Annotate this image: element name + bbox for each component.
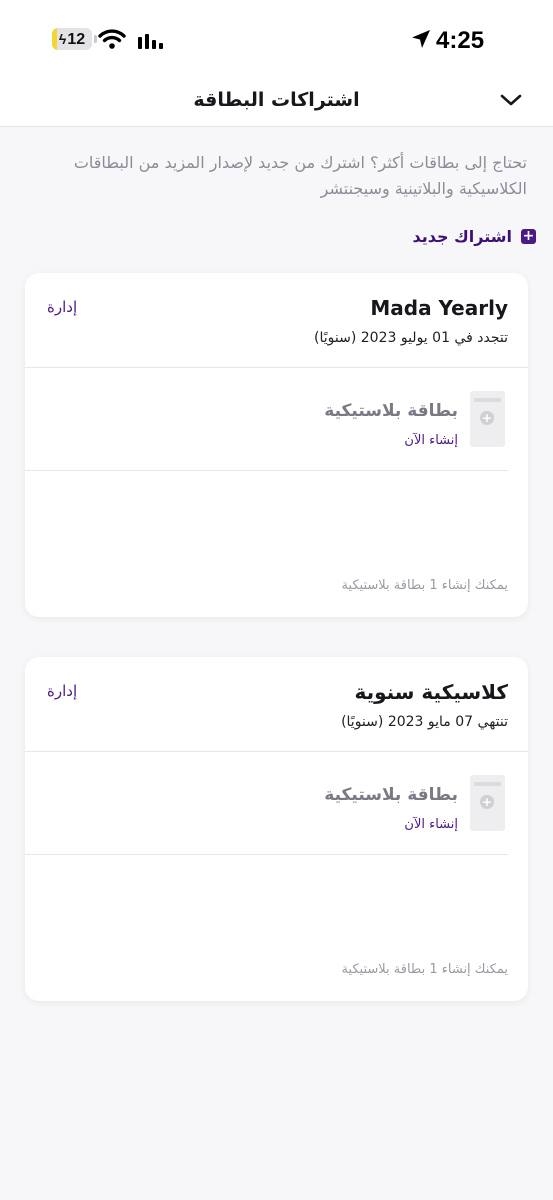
plastic-card-thumbnail[interactable]: +: [470, 391, 505, 447]
subscription-expiry: تنتهي 07 مايو 2023 (سنويًا): [341, 714, 508, 730]
page-title: اشتراكات البطاقة: [193, 89, 360, 111]
subscription-title: كلاسيكية سنوية: [354, 680, 508, 704]
card-strip: [474, 398, 501, 402]
add-card-icon: +: [480, 411, 494, 425]
divider: [25, 470, 508, 471]
new-subscription-label: اشتراك جديد: [412, 226, 512, 246]
divider: [25, 854, 508, 855]
status-time: 4:25: [436, 27, 485, 54]
battery-tip: [94, 35, 97, 43]
add-card-icon: +: [480, 795, 494, 809]
card-strip: [474, 782, 501, 786]
chevron-down-icon: [500, 94, 522, 106]
subscription-renewal: تتجدد في 01 يوليو 2023 (سنويًا): [314, 330, 508, 346]
collapse-button[interactable]: [497, 86, 525, 114]
location-arrow-icon: [412, 30, 430, 48]
new-subscription-button[interactable]: + اشتراك جديد: [413, 224, 536, 248]
navigation-bar: اشتراكات البطاقة: [0, 76, 553, 127]
create-now-link[interactable]: إنشاء الآن: [404, 814, 458, 836]
wifi-icon: [98, 29, 126, 49]
manage-button[interactable]: إدارة: [47, 295, 77, 319]
intro-text: تحتاج إلى بطاقات أكثر؟ اشترك من جديد لإص…: [73, 153, 527, 198]
divider: [25, 367, 528, 368]
subscription-card-mada-yearly: Mada Yearly تتجدد في 01 يوليو 2023 (سنوي…: [25, 273, 528, 617]
plus-icon: +: [521, 227, 536, 244]
subscription-title: Mada Yearly: [370, 296, 508, 320]
battery-level: 12: [52, 28, 92, 50]
card-allowance-note: يمكنك إنشاء 1 بطاقة بلاستيكية: [341, 962, 508, 977]
plastic-card-label: بطاقة بلاستيكية: [324, 785, 458, 805]
card-allowance-note: يمكنك إنشاء 1 بطاقة بلاستيكية: [341, 578, 508, 593]
battery-indicator: 12: [52, 28, 92, 50]
cellular-signal-icon: [138, 34, 163, 49]
divider: [25, 751, 528, 752]
plastic-card-thumbnail[interactable]: +: [470, 775, 505, 831]
plastic-card-label: بطاقة بلاستيكية: [324, 401, 458, 421]
status-bar: 12 4:25: [0, 0, 553, 76]
create-now-link[interactable]: إنشاء الآن: [404, 430, 458, 452]
manage-button[interactable]: إدارة: [47, 679, 77, 703]
subscription-card-classic-yearly: كلاسيكية سنوية تنتهي 07 مايو 2023 (سنويً…: [25, 657, 528, 1001]
